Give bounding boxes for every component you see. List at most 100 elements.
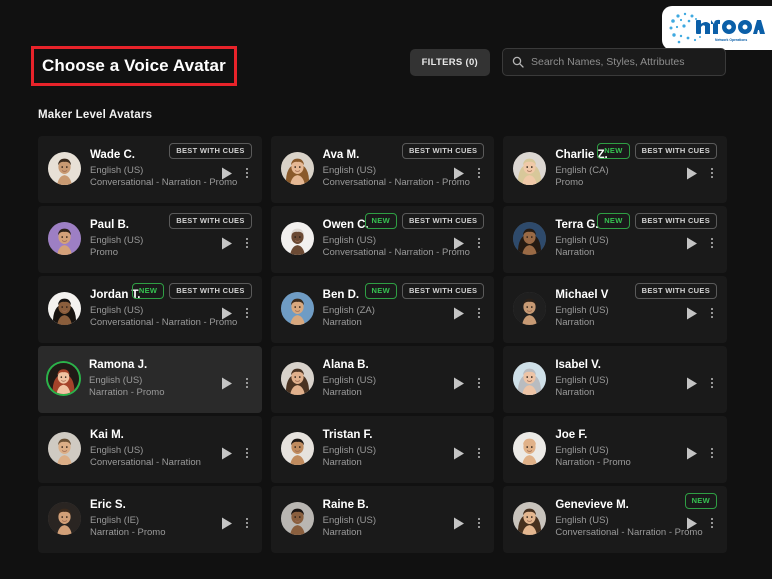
- page-header: Choose a Voice Avatar FILTERS (0): [0, 44, 772, 86]
- play-icon[interactable]: [452, 376, 466, 390]
- avatar-card[interactable]: Raine B. English (US) Narration: [270, 486, 495, 553]
- avatar-badges: BEST WITH CUES: [169, 143, 252, 159]
- avatar-badges: NEW BEST WITH CUES: [131, 283, 252, 299]
- kebab-menu-icon[interactable]: [474, 375, 484, 391]
- play-icon[interactable]: [220, 446, 234, 460]
- avatar-actions: [220, 445, 252, 461]
- avatar-card[interactable]: Jordan T. English (US) Conversational - Na…: [38, 276, 262, 343]
- filters-button[interactable]: FILTERS (0): [409, 48, 490, 76]
- avatar-actions: [685, 235, 717, 251]
- avatar-actions: [685, 515, 717, 531]
- avatar-card[interactable]: Charlie Z. English (CA) Promo NEW BEST WITH …: [503, 136, 727, 203]
- play-icon[interactable]: [220, 166, 234, 180]
- avatar-card[interactable]: Owen C. English (US) Conversational - Narr…: [270, 206, 495, 273]
- avatar-actions: [220, 305, 252, 321]
- avatar-actions: [220, 375, 252, 391]
- play-icon[interactable]: [452, 166, 466, 180]
- avatar-portrait: [48, 502, 81, 535]
- kebab-menu-icon[interactable]: [707, 445, 717, 461]
- play-icon[interactable]: [452, 446, 466, 460]
- avatar-actions: [452, 305, 484, 321]
- badge-new: NEW: [131, 283, 165, 299]
- avatar-name: Ramona J.: [89, 359, 148, 371]
- kebab-menu-icon[interactable]: [474, 515, 484, 531]
- kebab-menu-icon[interactable]: [242, 235, 252, 251]
- badge-new: NEW: [597, 143, 630, 159]
- avatar-actions: [452, 165, 484, 181]
- kebab-menu-icon[interactable]: [242, 305, 252, 321]
- badge-best-with-cues: BEST WITH CUES: [634, 283, 717, 299]
- avatar-portrait: [513, 152, 547, 185]
- avatar-badges: NEW BEST WITH CUES: [364, 213, 485, 229]
- kebab-menu-icon[interactable]: [474, 235, 484, 251]
- play-icon[interactable]: [685, 516, 699, 530]
- play-icon[interactable]: [685, 236, 699, 250]
- kebab-menu-icon[interactable]: [707, 515, 717, 531]
- play-icon[interactable]: [220, 516, 234, 530]
- play-icon[interactable]: [452, 236, 466, 250]
- avatar-badges: NEW BEST WITH CUES: [364, 283, 485, 299]
- kebab-menu-icon[interactable]: [474, 165, 484, 181]
- avatar-card[interactable]: Paul B. English (US) Promo BEST WITH CUES: [38, 206, 262, 273]
- avatar-card[interactable]: Ramona J. English (US) Narration - Promo: [38, 346, 262, 413]
- kebab-menu-icon[interactable]: [474, 305, 484, 321]
- page-title: Choose a Voice Avatar: [31, 46, 237, 86]
- play-icon[interactable]: [452, 306, 466, 320]
- nfoa-logo-icon: Network Operations: [669, 12, 765, 44]
- avatar-card[interactable]: Genevieve M. English (US) Conversational -…: [503, 486, 727, 553]
- avatar-card[interactable]: Terra G. English (US) Narration NEW BEST WIT…: [503, 206, 727, 273]
- avatar-portrait: [280, 362, 314, 395]
- play-icon[interactable]: [452, 516, 466, 530]
- play-icon[interactable]: [685, 306, 699, 320]
- avatar-actions: [452, 235, 484, 251]
- avatar-card[interactable]: Ben D. English (ZA) Narration NEW BEST WITH …: [270, 276, 495, 343]
- kebab-menu-icon[interactable]: [707, 375, 717, 391]
- header-controls: FILTERS (0): [409, 48, 726, 76]
- search-box[interactable]: [502, 48, 726, 76]
- kebab-menu-icon[interactable]: [474, 445, 484, 461]
- avatar-card[interactable]: Tristan F. English (US) Narration: [270, 416, 495, 483]
- avatar-name: Eric S.: [90, 499, 126, 511]
- play-icon[interactable]: [685, 376, 699, 390]
- avatar-card[interactable]: Joe F. English (US) Narration - Promo: [503, 416, 727, 483]
- avatar-portrait: [280, 502, 314, 535]
- avatar-card[interactable]: Kai M. English (US) Conversational - Narra…: [38, 416, 262, 483]
- kebab-menu-icon[interactable]: [242, 515, 252, 531]
- avatar-portrait: [48, 363, 79, 394]
- avatar-portrait: [48, 292, 81, 325]
- play-icon[interactable]: [220, 306, 234, 320]
- badge-best-with-cues: BEST WITH CUES: [401, 143, 485, 159]
- badge-best-with-cues: BEST WITH CUES: [169, 143, 252, 159]
- avatar-card[interactable]: Eric S. English (IE) Narration - Promo: [38, 486, 262, 553]
- avatar-card[interactable]: Ava M. English (US) Conversational - Narra…: [270, 136, 495, 203]
- avatar-name: Kai M.: [90, 429, 124, 441]
- badge-new: NEW: [684, 493, 717, 509]
- avatar-card[interactable]: Michael V English (US) Narration BEST WITH …: [503, 276, 727, 343]
- avatar-card[interactable]: Wade C. English (US) Conversational - Narr…: [38, 136, 262, 203]
- play-icon[interactable]: [220, 236, 234, 250]
- kebab-menu-icon[interactable]: [242, 445, 252, 461]
- avatar-card[interactable]: Isabel V. English (US) Narration: [503, 346, 727, 413]
- badge-new: NEW: [364, 213, 397, 229]
- avatar-badges: NEW: [684, 493, 717, 509]
- badge-best-with-cues: BEST WITH CUES: [401, 213, 485, 229]
- avatar-badges: NEW BEST WITH CUES: [597, 213, 717, 229]
- avatar-actions: [452, 515, 484, 531]
- play-icon[interactable]: [685, 166, 699, 180]
- avatar-badges: NEW BEST WITH CUES: [597, 143, 717, 159]
- avatar-actions: [220, 165, 252, 181]
- avatar-portrait: [280, 152, 314, 185]
- kebab-menu-icon[interactable]: [242, 165, 252, 181]
- kebab-menu-icon[interactable]: [707, 165, 717, 181]
- kebab-menu-icon[interactable]: [707, 235, 717, 251]
- kebab-menu-icon[interactable]: [707, 305, 717, 321]
- avatar-actions: [685, 305, 717, 321]
- play-icon[interactable]: [220, 376, 234, 390]
- avatar-actions: [685, 445, 717, 461]
- search-input[interactable]: [531, 56, 716, 68]
- avatar-actions: [685, 165, 717, 181]
- avatar-portrait: [513, 362, 547, 395]
- kebab-menu-icon[interactable]: [242, 375, 252, 391]
- avatar-card[interactable]: Alana B. English (US) Narration: [270, 346, 495, 413]
- play-icon[interactable]: [685, 446, 699, 460]
